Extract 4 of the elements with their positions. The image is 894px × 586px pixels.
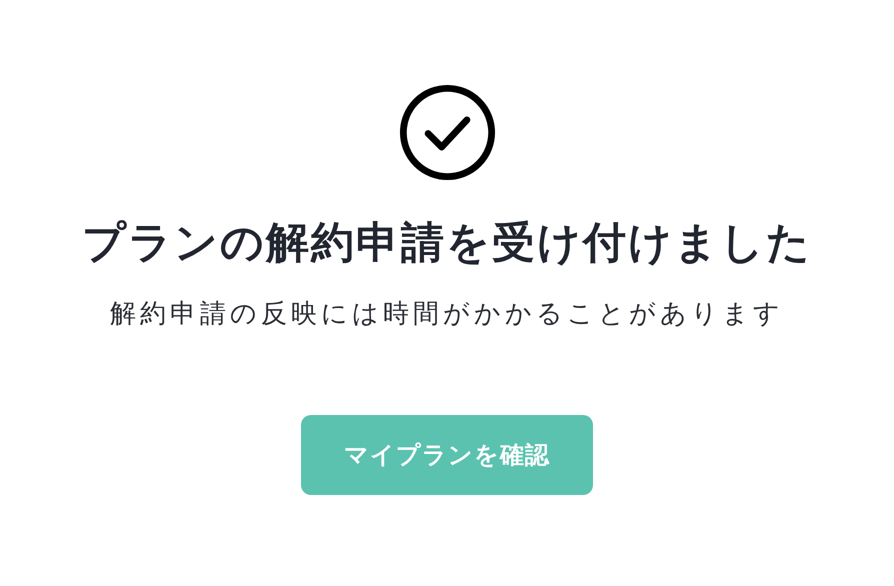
- check-circle-icon: [398, 84, 496, 181]
- message-text: 解約申請の反映には時間がかかることがあります: [110, 298, 784, 331]
- my-plan-button[interactable]: マイプランを確認: [301, 415, 593, 495]
- page-title: プランの解約申請を受け付けました: [82, 217, 812, 270]
